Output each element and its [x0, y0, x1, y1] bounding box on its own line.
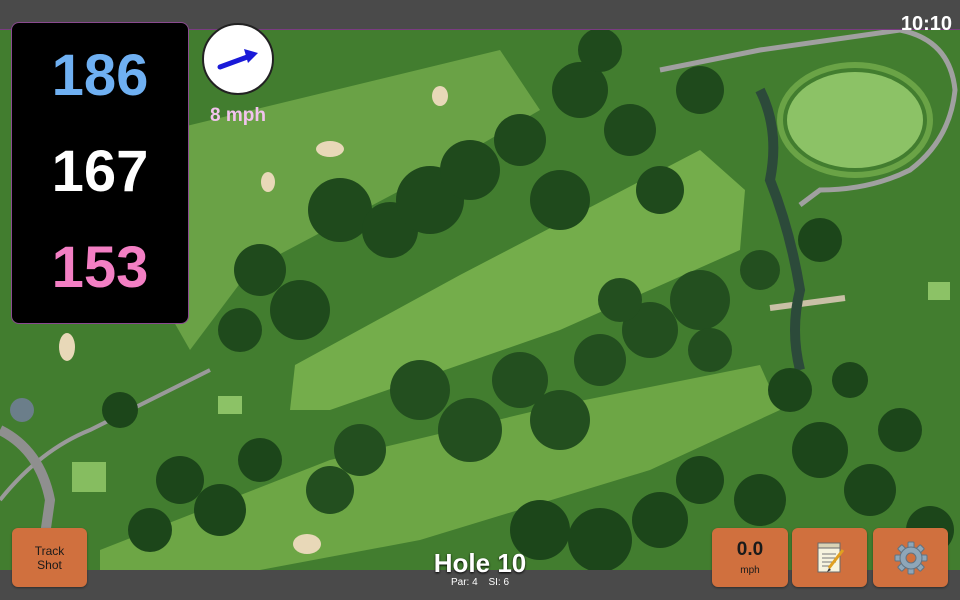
bunker [316, 141, 344, 157]
track-shot-button[interactable]: Track Shot [12, 528, 87, 587]
settings-button[interactable] [873, 528, 948, 587]
wind-speed-label: 8 mph [210, 105, 266, 126]
bunker [261, 172, 275, 192]
hole-par: Par: 4 [450, 577, 478, 588]
hole-stroke-index: SI: 6 [488, 577, 510, 588]
track-shot-label-line2: Shot [37, 558, 62, 572]
distance-back: 186 [51, 43, 149, 108]
distance-panel: 186 167 153 [11, 22, 189, 324]
hole-meta: Par: 4 SI: 6 [380, 578, 580, 588]
tee-box [928, 282, 950, 300]
building [10, 398, 34, 422]
bunker [432, 86, 448, 106]
gear-icon [894, 541, 927, 574]
clock: 10:10 [900, 13, 952, 35]
wind-speed-unit: mph [740, 565, 760, 576]
tee-box [72, 462, 106, 492]
bunker [293, 534, 321, 554]
bunker [59, 333, 75, 361]
green [787, 72, 923, 168]
wind-speed-value: 0.0 [736, 539, 764, 560]
wind-arrow-icon [217, 49, 258, 70]
distance-middle: 167 [51, 139, 149, 204]
notes-button[interactable] [792, 528, 867, 587]
distance-front: 153 [51, 235, 149, 300]
wind-speed-button[interactable]: 0.0 mph [712, 528, 788, 587]
track-shot-label-line1: Track [34, 544, 65, 558]
notepad-icon [817, 542, 844, 572]
wind-dial [202, 23, 274, 95]
tee-box [218, 396, 242, 414]
hole-title: Hole 10 [433, 548, 527, 578]
